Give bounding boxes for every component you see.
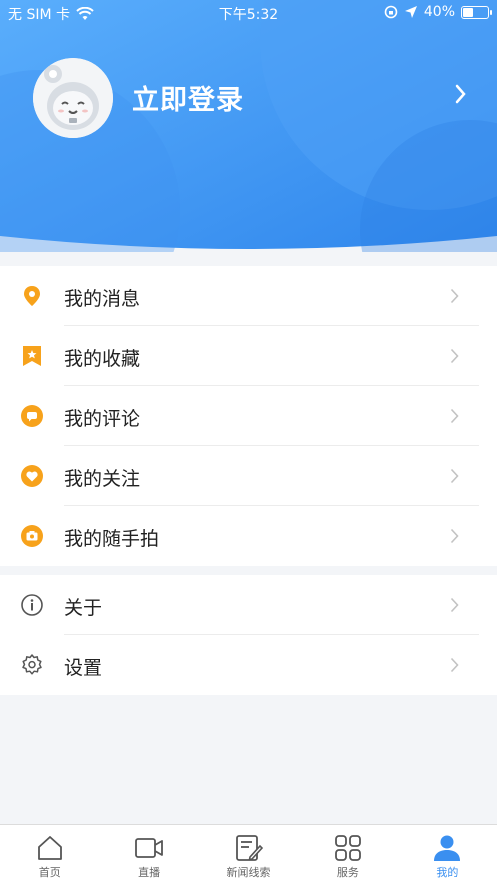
- status-bar: 无 SIM 卡 下午5:32 40%: [0, 0, 497, 26]
- tab-services[interactable]: 服务: [298, 825, 397, 883]
- home-icon: [37, 836, 62, 860]
- tab-bar: 首页 直播 新闻线索 服务 我的: [0, 824, 497, 883]
- chevron-right-icon: [450, 408, 459, 424]
- chevron-right-icon: [450, 528, 459, 544]
- tab-mine[interactable]: 我的: [398, 825, 497, 883]
- chevron-right-icon[interactable]: [455, 84, 467, 104]
- menu-item-label: 我的消息: [64, 288, 141, 310]
- tab-label: 服务: [336, 866, 359, 879]
- chevron-right-icon: [450, 657, 459, 673]
- robot-avatar-icon: [33, 58, 113, 138]
- menu-item-label: 关于: [64, 597, 103, 619]
- tab-label: 新闻线索: [226, 866, 271, 879]
- battery-percent: 40%: [423, 4, 455, 20]
- location-arrow-icon: [404, 6, 417, 18]
- avatar[interactable]: [33, 58, 113, 138]
- menu-item-comments[interactable]: 我的评论: [0, 386, 497, 446]
- menu-item-about[interactable]: 关于: [0, 575, 497, 635]
- chevron-right-icon: [450, 597, 459, 613]
- tab-home[interactable]: 首页: [0, 825, 99, 883]
- location-pin-icon: [24, 286, 40, 306]
- chevron-right-icon: [450, 348, 459, 364]
- battery-icon: [461, 5, 492, 19]
- info-icon: [21, 594, 43, 616]
- menu-item-label: 我的关注: [64, 468, 141, 490]
- gear-icon: [22, 654, 42, 675]
- comment-icon: [21, 405, 43, 427]
- profile-header: 无 SIM 卡 下午5:32 40% 立即登录: [0, 0, 497, 252]
- grid-icon: [335, 835, 361, 861]
- login-button[interactable]: 立即登录: [132, 78, 244, 117]
- menu-item-label: 我的随手拍: [64, 528, 160, 550]
- bookmark-star-icon: [23, 346, 41, 366]
- tab-news-tips[interactable]: 新闻线索: [199, 825, 298, 883]
- tab-live[interactable]: 直播: [99, 825, 198, 883]
- chevron-right-icon: [450, 468, 459, 484]
- secondary-menu: 关于 设置: [0, 575, 497, 695]
- tab-label: 我的: [436, 866, 459, 879]
- menu-item-favorites[interactable]: 我的收藏: [0, 326, 497, 386]
- menu-item-messages[interactable]: 我的消息: [0, 266, 497, 326]
- video-icon: [135, 838, 164, 858]
- rotation-lock-icon: [384, 5, 398, 19]
- chevron-right-icon: [450, 288, 459, 304]
- menu-item-snapshots[interactable]: 我的随手拍: [0, 506, 497, 566]
- menu-item-label: 我的收藏: [64, 348, 141, 370]
- heart-icon: [21, 465, 43, 487]
- edit-note-icon: [235, 835, 263, 861]
- menu-item-label: 我的评论: [64, 408, 141, 430]
- tab-label: 直播: [138, 866, 161, 879]
- user-icon: [434, 835, 461, 861]
- camera-icon: [21, 525, 43, 547]
- primary-menu: 我的消息 我的收藏 我的评论 我的关注 我的随手拍: [0, 266, 497, 566]
- menu-item-follows[interactable]: 我的关注: [0, 446, 497, 506]
- tab-label: 首页: [38, 866, 61, 879]
- menu-item-settings[interactable]: 设置: [0, 635, 497, 695]
- menu-item-label: 设置: [64, 657, 103, 679]
